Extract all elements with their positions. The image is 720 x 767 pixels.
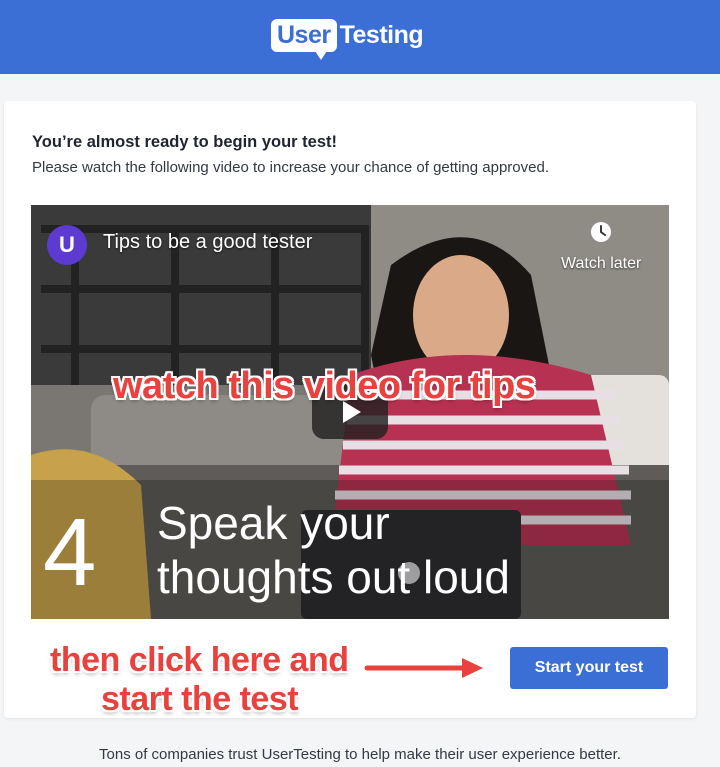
video-player[interactable]: U Tips to be a good tester Watch later 4…	[31, 205, 669, 619]
logo-testing-text: Testing	[339, 21, 424, 49]
logo-user-badge: User	[271, 18, 337, 60]
tip-text-line1: Speak your	[157, 497, 390, 549]
annotation-click-line1: then click here and	[50, 641, 349, 679]
annotation-click-line2: start the test	[101, 680, 299, 718]
start-test-button[interactable]: Start your test	[510, 647, 668, 689]
watch-later-label[interactable]: Watch later	[561, 255, 641, 273]
page-subtext: Please watch the following video to incr…	[32, 159, 549, 176]
usertesting-logo[interactable]: User Testing	[271, 15, 424, 60]
tip-text-line2: thoughts out loud	[157, 551, 510, 603]
tip-number: 4	[43, 499, 97, 606]
page-heading: You’re almost ready to begin your test!	[32, 133, 338, 151]
channel-logo[interactable]: U	[47, 225, 87, 265]
header-bar: User Testing	[0, 0, 720, 74]
video-title[interactable]: Tips to be a good tester	[103, 231, 312, 254]
arrow-right-icon	[363, 654, 487, 682]
footer-trust-text: Tons of companies trust UserTesting to h…	[99, 746, 621, 763]
clock-icon[interactable]	[590, 221, 612, 243]
annotation-watch-video: watch this video for tips	[113, 365, 536, 407]
